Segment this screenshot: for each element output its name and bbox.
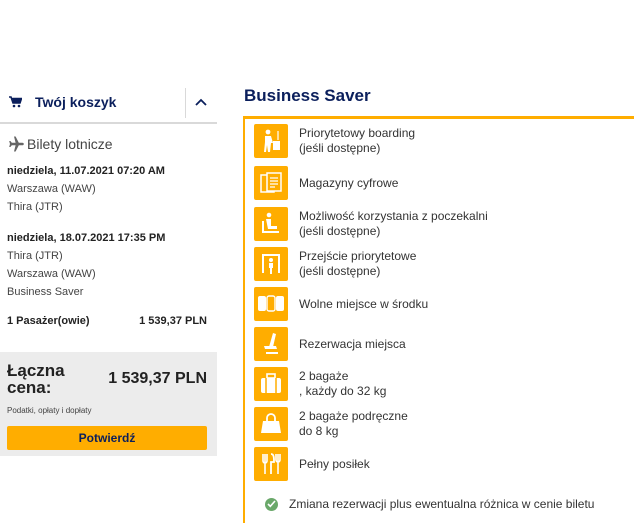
feature-digital-magazines: Magazyny cyfrowe — [254, 166, 398, 200]
checkmark-icon — [265, 497, 278, 511]
feature-label: 2 bagaże — [299, 369, 349, 383]
feature-sublabel: , każdy do 32 kg — [299, 384, 387, 398]
chevron-up-icon[interactable] — [193, 94, 209, 110]
feature-label: Przejście priorytetowe — [299, 249, 417, 263]
inbound-flight: niedziela, 18.07.2021 17:35 PM Thira (JT… — [7, 229, 217, 301]
feature-priority-boarding: Priorytetowy boarding (jeśli dostępne) — [254, 124, 415, 158]
feature-label: 2 bagaże podręczne — [299, 409, 408, 423]
feature-lounge: Możliwość korzystania z poczekalni (jeśli… — [254, 207, 488, 241]
tickets-heading-label: Bilety lotnicze — [27, 136, 113, 152]
fare-name: Business Saver — [7, 286, 84, 298]
feature-label: Pełny posiłek — [299, 456, 370, 471]
checked-baggage-icon — [254, 367, 288, 401]
feature-label: Wolne miejsce w środku — [299, 296, 429, 311]
outbound-flight: niedziela, 11.07.2021 07:20 AM Warszawa … — [7, 162, 217, 216]
feature-seat-reservation: Rezerwacja miejsca — [254, 327, 406, 361]
total-box: Łączna cena: 1 539,37 PLN Podatki, opłat… — [0, 352, 217, 456]
total-row: Łączna cena: 1 539,37 PLN — [0, 362, 217, 396]
feature-sublabel: (jeśli dostępne) — [299, 224, 381, 238]
outbound-to: Thira (JTR) — [7, 201, 63, 213]
feature-label: Magazyny cyfrowe — [299, 175, 399, 190]
feature-cabin-baggage: 2 bagaże podręczne do 8 kg — [254, 407, 408, 441]
feature-sublabel: do 8 kg — [299, 424, 339, 438]
feature-label: Priorytetowy boarding — [299, 126, 416, 140]
meal-icon — [254, 447, 288, 481]
tickets-heading: Bilety lotnicze — [6, 136, 217, 152]
cart-header[interactable]: Twój koszyk — [0, 82, 217, 124]
feature-label: Możliwość korzystania z poczekalni — [299, 209, 488, 223]
inbound-from: Thira (JTR) — [7, 250, 63, 262]
confirm-button[interactable]: Potwierdź — [7, 426, 207, 450]
passengers-label: 1 Pasażer(owie) — [7, 315, 90, 327]
feature-meal: Pełny posiłek — [254, 447, 370, 481]
shopping-cart-icon — [9, 96, 23, 108]
feature-checked-baggage: 2 bagaże, każdy do 32 kg — [254, 367, 386, 401]
feature-priority-lane: Przejście priorytetowe (jeśli dostępne) — [254, 247, 416, 281]
digital-magazines-icon — [254, 166, 288, 200]
cabin-baggage-icon — [254, 407, 288, 441]
seat-reservation-icon — [254, 327, 288, 361]
passengers-row: 1 Pasażer(owie) 1 539,37 PLN — [7, 315, 207, 327]
total-label: Łączna cena: — [7, 361, 65, 397]
feature-sublabel: (jeśli dostępne) — [299, 264, 381, 278]
priority-lane-icon — [254, 247, 288, 281]
rebooking-label: Zmiana rezerwacji plus ewentualna różnic… — [289, 497, 595, 511]
passengers-price: 1 539,37 PLN — [139, 315, 207, 327]
inbound-date: niedziela, 18.07.2021 17:35 PM — [7, 232, 166, 244]
cart-panel: Twój koszyk Bilety lotnicze niedziela, 1… — [0, 82, 217, 456]
taxes-note[interactable]: Podatki, opłaty i dopłaty — [7, 406, 217, 415]
priority-boarding-icon — [254, 124, 288, 158]
lounge-icon — [254, 207, 288, 241]
rebooking-feature: Zmiana rezerwacji plus ewentualna różnic… — [265, 497, 594, 511]
fare-features-box: Priorytetowy boarding (jeśli dostępne) Ma… — [243, 116, 634, 523]
feature-label: Rezerwacja miejsca — [299, 336, 406, 351]
feature-free-middle-seat: Wolne miejsce w środku — [254, 287, 428, 321]
total-value: 1 539,37 PLN — [108, 370, 207, 387]
outbound-from: Warszawa (WAW) — [7, 183, 96, 195]
divider — [185, 88, 186, 118]
cart-title: Twój koszyk — [35, 94, 117, 110]
fare-title: Business Saver — [244, 86, 371, 105]
airplane-icon — [6, 136, 24, 152]
free-middle-seat-icon — [254, 287, 288, 321]
outbound-date: niedziela, 11.07.2021 07:20 AM — [7, 165, 165, 177]
inbound-to: Warszawa (WAW) — [7, 268, 96, 280]
feature-sublabel: (jeśli dostępne) — [299, 141, 381, 155]
